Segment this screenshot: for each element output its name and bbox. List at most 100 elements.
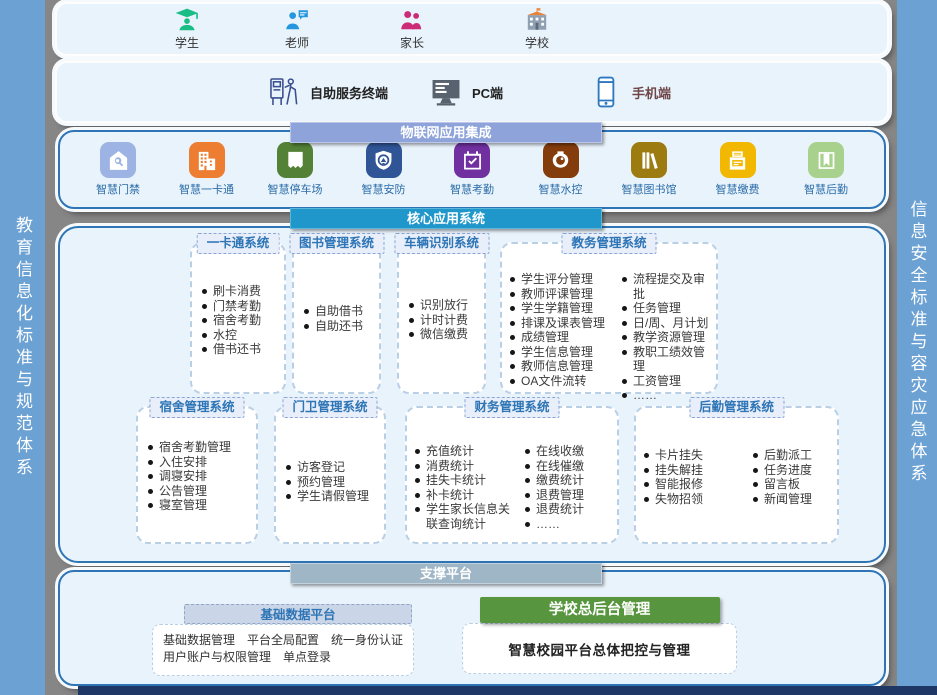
- feature-label: 门禁考勤: [213, 299, 261, 314]
- feature-label: 挂失卡统计: [426, 473, 486, 488]
- feature-item: 入住安排: [148, 455, 254, 470]
- feature-item: 调寝安排: [148, 469, 254, 484]
- feature-label: 在线催缴: [536, 459, 584, 474]
- iot-app-item: 智慧门禁: [86, 142, 150, 197]
- feature-label: 后勤派工: [764, 448, 812, 463]
- feature-label: 退费统计: [536, 502, 584, 517]
- system-box-title: 宿舍管理系统: [149, 397, 244, 418]
- feature-item: 宿舍考勤管理: [148, 440, 254, 455]
- feature-label: 充值统计: [426, 444, 474, 459]
- feature-item: OA文件流转: [510, 374, 618, 389]
- feature-item: 卡片挂失: [644, 448, 749, 463]
- feature-label: 补卡统计: [426, 488, 474, 503]
- feature-label: ……: [536, 517, 560, 532]
- feature-label: 退费管理: [536, 488, 584, 503]
- base-platform-line2: 用户账户与权限管理 单点登录: [163, 649, 405, 666]
- user-role-item: 学校: [501, 7, 573, 51]
- iot-app-label: 智慧缴费: [716, 181, 760, 197]
- feature-label: 公告管理: [159, 484, 207, 499]
- feature-label: 水控: [213, 328, 237, 343]
- feature-item: 日/周、月计划: [622, 316, 714, 331]
- feature-item: 退费统计: [525, 502, 615, 517]
- feature-item: 新闻管理: [753, 492, 835, 507]
- system-box-title: 门卫管理系统: [282, 397, 377, 418]
- iot-tile: [277, 142, 313, 178]
- iot-app-item: 智慧图书馆: [617, 142, 681, 197]
- system-box-title: 后勤管理系统: [689, 397, 784, 418]
- kiosk-icon: [267, 75, 301, 109]
- security-shield-icon: [372, 149, 395, 172]
- feature-item: 补卡统计: [415, 488, 521, 503]
- iot-tile: [543, 142, 579, 178]
- feature-item: 流程提交及审批: [622, 272, 714, 301]
- feature-label: 流程提交及审批: [633, 272, 714, 301]
- feature-item: 学生请假管理: [286, 489, 382, 504]
- feature-item: 教学资源管理: [622, 330, 714, 345]
- system-box-academic: 教务管理系统 学生评分管理教师评课管理学生学籍管理排课及课表管理成绩管理学生信息…: [500, 242, 718, 394]
- iot-app-label: 智慧后勤: [804, 181, 848, 197]
- feature-label: 卡片挂失: [655, 448, 703, 463]
- base-data-platform-group: 基础数据平台 基础数据管理 平台全局配置 统一身份认证 用户账户与权限管理 单点…: [152, 604, 414, 676]
- access-control-icon: [107, 149, 130, 172]
- feature-item: 在线催缴: [525, 459, 615, 474]
- feature-label: OA文件流转: [521, 374, 586, 389]
- feature-label: 任务进度: [764, 463, 812, 478]
- school-admin-pane: 智慧校园平台总体把控与管理: [462, 623, 737, 674]
- iot-app-item: 智慧安防: [352, 142, 416, 197]
- user-roles-panel: 学生 老师 家长 学校: [55, 2, 889, 56]
- feature-label: 寝室管理: [159, 498, 207, 513]
- feature-label: 计时计费: [420, 313, 468, 328]
- feature-item: 教师信息管理: [510, 359, 618, 374]
- feature-columns: 学生评分管理教师评课管理学生学籍管理排课及课表管理成绩管理学生信息管理教师信息管…: [502, 272, 716, 403]
- water-control-icon: [549, 149, 572, 172]
- iot-app-item: 智慧后勤: [794, 142, 858, 197]
- system-box-title: 图书管理系统: [289, 233, 384, 254]
- attendance-calendar-icon: [461, 149, 484, 172]
- feature-item: 缴费统计: [525, 473, 615, 488]
- base-data-platform-pane: 基础数据管理 平台全局配置 统一身份认证 用户账户与权限管理 单点登录: [152, 624, 414, 676]
- base-platform-line1: 基础数据管理 平台全局配置 统一身份认证: [163, 632, 405, 649]
- iot-app-label: 智慧考勤: [450, 181, 494, 197]
- terminal-label: PC端: [472, 83, 503, 102]
- feature-label: 自助还书: [315, 319, 363, 334]
- feature-label: 留言板: [764, 477, 800, 492]
- feature-label: 宿舍考勤: [213, 313, 261, 328]
- feature-item: 充值统计: [415, 444, 521, 459]
- core-systems-panel: 一卡通系统 刷卡消费门禁考勤宿舍考勤水控借书还书 图书管理系统 自助借书自助还书…: [58, 226, 886, 563]
- terminal-label: 手机端: [632, 83, 671, 102]
- iot-app-label: 智慧安防: [362, 181, 406, 197]
- feature-label: 自助借书: [315, 304, 363, 319]
- terminal-item: 自助服务终端: [267, 75, 388, 109]
- feature-item: 失物招领: [644, 492, 749, 507]
- feature-label: 学生信息管理: [521, 345, 593, 360]
- iot-app-item: 智慧停车场: [263, 142, 327, 197]
- feature-label: 成绩管理: [521, 330, 569, 345]
- feature-item: 访客登记: [286, 460, 382, 475]
- system-box-title: 教务管理系统: [561, 233, 656, 254]
- feature-item: 消费统计: [415, 459, 521, 474]
- user-roles-row: 学生 老师 家长 学校: [57, 4, 887, 54]
- feature-item: 学生学籍管理: [510, 301, 618, 316]
- iot-tile: [366, 142, 402, 178]
- support-platform-panel: 基础数据平台 基础数据管理 平台全局配置 统一身份认证 用户账户与权限管理 单点…: [58, 570, 886, 686]
- iot-app-item: 智慧缴费: [706, 142, 770, 197]
- feature-label: 学生请假管理: [297, 489, 369, 504]
- feature-label: 智能报修: [655, 477, 703, 492]
- user-role-label: 学生: [175, 34, 199, 51]
- feature-item: 学生评分管理: [510, 272, 618, 287]
- payment-icon: [726, 149, 749, 172]
- feature-label: 学生评分管理: [521, 272, 593, 287]
- feature-item: 微信缴费: [409, 327, 482, 342]
- parking-icon: [284, 149, 307, 172]
- iot-tiles-row: 智慧门禁 智慧一卡通 智慧停车场 智慧安防: [86, 142, 858, 197]
- system-box-vehicle: 车辆识别系统 识别放行计时计费微信缴费: [397, 242, 486, 394]
- feature-item: 水控: [202, 328, 282, 343]
- iot-app-label: 智慧水控: [539, 181, 583, 197]
- system-box-title: 财务管理系统: [464, 397, 559, 418]
- system-box-gate: 门卫管理系统 访客登记预约管理学生请假管理: [274, 406, 386, 544]
- smart-campus-architecture-diagram: 教育信息化标准与规范体系 信息安全标准与容灾应急体系 学生 老师 家长 学校: [0, 0, 937, 695]
- phone-icon: [589, 75, 623, 109]
- feature-label: 教职工绩效管理: [633, 345, 714, 374]
- feature-label: 刷卡消费: [213, 284, 261, 299]
- system-box-onecard: 一卡通系统 刷卡消费门禁考勤宿舍考勤水控借书还书: [190, 242, 286, 394]
